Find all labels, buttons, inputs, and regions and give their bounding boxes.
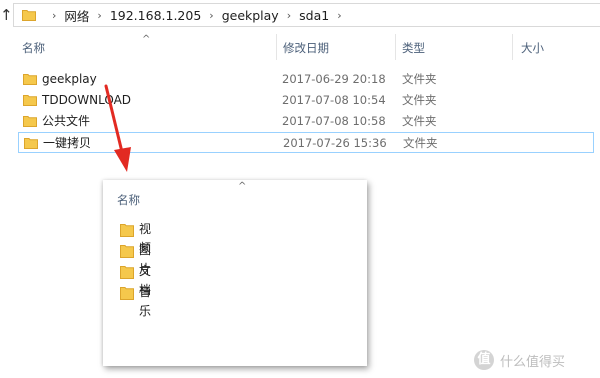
file-name: geekplay bbox=[42, 72, 97, 86]
column-date-modified[interactable]: 修改日期 bbox=[276, 34, 395, 60]
file-type: 文件夹 bbox=[402, 72, 437, 86]
file-name: 一键拷贝 bbox=[43, 136, 92, 150]
file-date: 2017-06-29 20:18 bbox=[282, 72, 386, 86]
chevron-right-icon[interactable]: › bbox=[209, 9, 213, 22]
address-row: ↑ › 网络 › 192.168.1.205 › geekplay › sda1… bbox=[0, 0, 600, 30]
file-date: 2017-07-08 10:54 bbox=[282, 93, 386, 107]
file-date: 2017-07-26 15:36 bbox=[283, 136, 387, 150]
explorer-window: ↑ › 网络 › 192.168.1.205 › geekplay › sda1… bbox=[0, 0, 600, 378]
column-name[interactable]: 名称 bbox=[117, 192, 140, 208]
folder-icon bbox=[23, 93, 37, 109]
file-name: 公共文件 bbox=[42, 114, 91, 128]
file-list: geekplay 2017-06-29 20:18 文件夹 TDDOWNLOAD… bbox=[18, 69, 594, 153]
file-name: TDDOWNLOAD bbox=[42, 93, 132, 107]
chevron-right-icon[interactable]: › bbox=[97, 9, 101, 22]
column-name[interactable]: 名称 bbox=[22, 34, 276, 60]
file-row-one-click-copy[interactable]: 一键拷贝 2017-07-26 15:36 文件夹 bbox=[18, 132, 594, 153]
column-size[interactable]: 大小 bbox=[512, 34, 600, 60]
breadcrumb-network[interactable]: 网络 bbox=[64, 6, 89, 25]
breadcrumb-share[interactable]: geekplay bbox=[222, 8, 279, 23]
watermark: 值 什么值得买 bbox=[474, 348, 565, 372]
sort-ascending-icon: ^ bbox=[238, 181, 247, 192]
breadcrumb-host[interactable]: 192.168.1.205 bbox=[110, 8, 201, 23]
folder-icon bbox=[24, 136, 38, 152]
chevron-right-icon[interactable]: › bbox=[52, 9, 56, 22]
folder-icon bbox=[120, 264, 134, 282]
folder-icon bbox=[23, 72, 37, 88]
address-bar[interactable]: › 网络 › 192.168.1.205 › geekplay › sda1 › bbox=[13, 3, 600, 27]
breadcrumb-current[interactable]: sda1 bbox=[299, 8, 329, 23]
folder-icon bbox=[22, 8, 36, 24]
column-type[interactable]: 类型 bbox=[395, 34, 512, 60]
file-type: 文件夹 bbox=[403, 136, 438, 150]
file-type: 文件夹 bbox=[402, 114, 437, 128]
file-row-geekplay[interactable]: geekplay 2017-06-29 20:18 文件夹 bbox=[18, 69, 594, 90]
breadcrumb: › 网络 › 192.168.1.205 › geekplay › sda1 › bbox=[44, 4, 350, 26]
file-date: 2017-07-08 10:58 bbox=[282, 114, 386, 128]
folder-icon bbox=[120, 222, 134, 240]
file-row-public-files[interactable]: 公共文件 2017-07-08 10:58 文件夹 bbox=[18, 111, 594, 132]
folder-name: 音乐 bbox=[139, 285, 152, 318]
folder-icon bbox=[120, 243, 134, 261]
watermark-logo-icon: 值 bbox=[474, 350, 494, 370]
up-arrow-icon[interactable]: ↑ bbox=[0, 6, 13, 24]
file-type: 文件夹 bbox=[402, 93, 437, 107]
chevron-right-icon[interactable]: › bbox=[287, 9, 291, 22]
watermark-text: 什么值得买 bbox=[500, 354, 566, 370]
chevron-right-icon[interactable]: › bbox=[337, 9, 341, 22]
column-header: ^ 名称 修改日期 类型 大小 bbox=[0, 34, 600, 60]
file-row-tddownload[interactable]: TDDOWNLOAD 2017-07-08 10:54 文件夹 bbox=[18, 90, 594, 111]
folder-icon bbox=[23, 114, 37, 130]
folder-icon bbox=[120, 285, 134, 303]
subfolder-preview-panel: ^ 名称 视频 图片 文档 音乐 bbox=[103, 180, 367, 366]
